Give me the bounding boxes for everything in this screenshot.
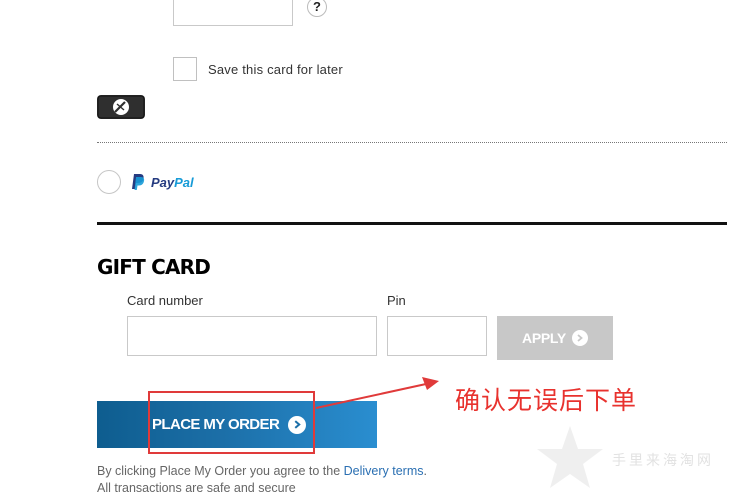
save-card-checkbox[interactable]: [173, 57, 197, 81]
help-icon[interactable]: ?: [307, 0, 327, 17]
chevron-right-icon: [571, 330, 588, 346]
paypal-radio[interactable]: [97, 170, 121, 194]
place-order-label: PLACE MY ORDER: [152, 416, 280, 433]
section-divider: [97, 142, 727, 143]
watermark-text: 手里来海淘网: [612, 453, 714, 469]
apply-button-label: APPLY: [522, 330, 566, 346]
secure-note: All transactions are safe and secure: [97, 481, 296, 495]
delivery-terms-link[interactable]: Delivery terms: [344, 464, 424, 478]
gift-card-number-input[interactable]: [127, 316, 377, 356]
gift-card-pin-input[interactable]: [387, 316, 487, 356]
card-number-label: Card number: [127, 293, 203, 308]
save-card-label: Save this card for later: [208, 62, 343, 77]
watermark-star-icon: [537, 426, 603, 488]
paypal-wordmark: PayPal: [151, 174, 194, 190]
security-code-input[interactable]: [173, 0, 293, 26]
card-brand-icon: [97, 95, 145, 119]
annotation-text: 确认无误后下单: [455, 386, 638, 415]
paypal-icon: [132, 174, 145, 190]
order-disclaimer: By clicking Place My Order you agree to …: [97, 464, 427, 495]
annotation-arrow-icon: [315, 377, 439, 409]
apply-button[interactable]: APPLY: [497, 316, 613, 360]
paypal-logo[interactable]: PayPal: [131, 172, 194, 192]
gift-card-title: GIFT CARD: [97, 255, 211, 279]
pin-label: Pin: [387, 293, 406, 308]
section-divider-thick: [97, 222, 727, 225]
chevron-right-icon: [288, 415, 307, 434]
